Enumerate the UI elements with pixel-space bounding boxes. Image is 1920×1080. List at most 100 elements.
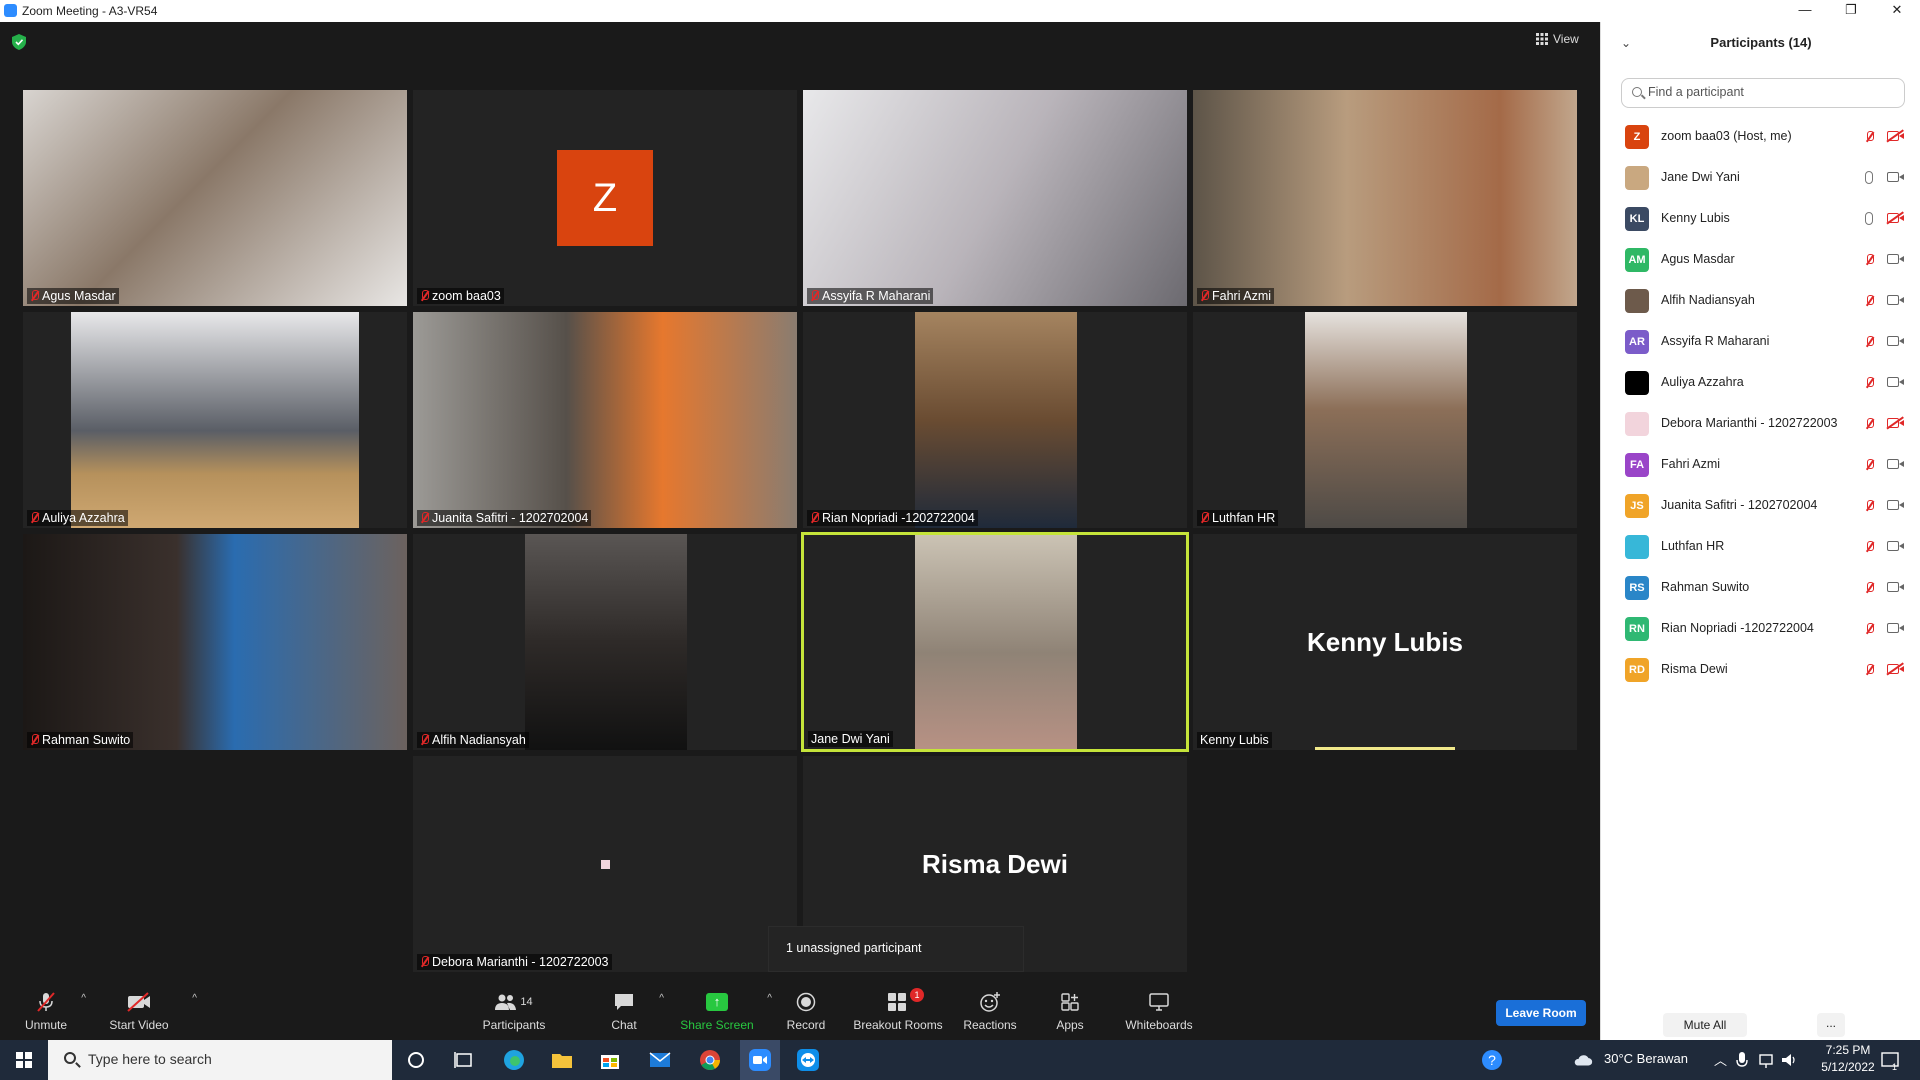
start-button[interactable] bbox=[0, 1040, 48, 1080]
video-on-icon[interactable] bbox=[1887, 541, 1904, 551]
participant-row[interactable]: KL Kenny Lubis bbox=[1601, 198, 1920, 239]
participant-row[interactable]: RD Risma Dewi bbox=[1601, 649, 1920, 690]
weather-text[interactable]: 30°C Berawan bbox=[1604, 1051, 1688, 1066]
video-on-icon[interactable] bbox=[1887, 336, 1904, 346]
start-video-button[interactable]: Start Video ^ bbox=[107, 991, 197, 1032]
participant-row[interactable]: Jane Dwi Yani bbox=[1601, 157, 1920, 198]
more-options-button[interactable]: ... bbox=[1817, 1013, 1845, 1037]
video-tile[interactable]: Fahri Azmi bbox=[1193, 90, 1577, 306]
zoom-icon[interactable] bbox=[748, 1048, 772, 1072]
close-button[interactable]: ✕ bbox=[1874, 0, 1920, 22]
participant-row[interactable]: RN Rian Nopriadi -1202722004 bbox=[1601, 608, 1920, 649]
video-tile[interactable]: Debora Marianthi - 1202722003 bbox=[413, 756, 797, 972]
video-on-icon[interactable] bbox=[1887, 377, 1904, 387]
mic-muted-icon[interactable] bbox=[1865, 664, 1874, 676]
video-tile[interactable]: Agus Masdar bbox=[23, 90, 407, 306]
video-on-icon[interactable] bbox=[1887, 459, 1904, 469]
breakout-rooms-button[interactable]: 1 Breakout Rooms bbox=[852, 988, 944, 1032]
edge-browser-icon[interactable] bbox=[502, 1048, 526, 1072]
restore-button[interactable]: ❐ bbox=[1828, 0, 1874, 22]
volume-icon[interactable] bbox=[1780, 1048, 1798, 1072]
video-tile[interactable]: Rian Nopriadi -1202722004 bbox=[803, 312, 1187, 528]
network-icon[interactable] bbox=[1758, 1048, 1776, 1072]
video-on-icon[interactable] bbox=[1887, 500, 1904, 510]
participant-row[interactable]: JS Juanita Safitri - 1202702004 bbox=[1601, 485, 1920, 526]
mic-on-icon[interactable] bbox=[1865, 212, 1873, 225]
mute-all-button[interactable]: Mute All bbox=[1663, 1013, 1747, 1037]
video-on-icon[interactable] bbox=[1887, 623, 1904, 633]
view-button[interactable]: View bbox=[1536, 32, 1579, 46]
taskbar-search-box[interactable]: Type here to search bbox=[48, 1040, 392, 1080]
leave-room-button[interactable]: Leave Room bbox=[1496, 1000, 1586, 1026]
participant-row[interactable]: Debora Marianthi - 1202722003 bbox=[1601, 403, 1920, 444]
video-on-icon[interactable] bbox=[1887, 172, 1904, 182]
store-icon[interactable] bbox=[598, 1048, 622, 1072]
tile-name-tag: Agus Masdar bbox=[27, 288, 119, 304]
video-options-caret[interactable]: ^ bbox=[192, 993, 197, 1004]
mic-muted-icon[interactable] bbox=[1865, 459, 1874, 471]
mic-muted-icon[interactable] bbox=[1865, 377, 1874, 389]
audio-options-caret[interactable]: ^ bbox=[81, 993, 86, 1004]
file-explorer-icon[interactable] bbox=[550, 1048, 574, 1072]
participant-row[interactable]: AM Agus Masdar bbox=[1601, 239, 1920, 280]
participant-row[interactable]: AR Assyifa R Maharani bbox=[1601, 321, 1920, 362]
video-off-icon bbox=[127, 992, 150, 1012]
clock[interactable]: 7:25 PM 5/12/2022 bbox=[1808, 1043, 1888, 1074]
participant-row[interactable]: Zzoom baa03 (Host, me) bbox=[1601, 116, 1920, 157]
help-icon[interactable]: ? bbox=[1480, 1048, 1504, 1072]
video-tile[interactable]: Rahman Suwito bbox=[23, 534, 407, 750]
video-off-icon[interactable] bbox=[1887, 664, 1904, 674]
video-tile[interactable]: Kenny Lubis Kenny Lubis bbox=[1193, 534, 1577, 750]
mic-muted-icon[interactable] bbox=[1865, 254, 1874, 266]
participant-row[interactable]: RS Rahman Suwito bbox=[1601, 567, 1920, 608]
video-tile[interactable]: Z zoom baa03 bbox=[413, 90, 797, 306]
tile-name: Luthfan HR bbox=[1212, 511, 1276, 525]
video-on-icon[interactable] bbox=[1887, 582, 1904, 592]
mail-icon[interactable] bbox=[648, 1048, 672, 1072]
mic-muted-icon[interactable] bbox=[1865, 582, 1874, 594]
video-tile[interactable]: Juanita Safitri - 1202702004 bbox=[413, 312, 797, 528]
chat-button[interactable]: Chat ^ bbox=[604, 991, 664, 1032]
mic-muted-icon[interactable] bbox=[1865, 500, 1874, 512]
mic-muted-icon[interactable] bbox=[1865, 131, 1874, 143]
video-on-icon[interactable] bbox=[1887, 295, 1904, 305]
apps-button[interactable]: Apps bbox=[1054, 991, 1086, 1032]
task-view-icon[interactable] bbox=[452, 1048, 476, 1072]
reactions-button[interactable]: Reactions bbox=[962, 991, 1018, 1032]
microphone-tray-icon[interactable] bbox=[1734, 1048, 1750, 1072]
cortana-icon[interactable] bbox=[404, 1048, 428, 1072]
video-tile[interactable]: Auliya Azzahra bbox=[23, 312, 407, 528]
video-tile[interactable]: Luthfan HR bbox=[1193, 312, 1577, 528]
participant-row[interactable]: FA Fahri Azmi bbox=[1601, 444, 1920, 485]
video-off-icon[interactable] bbox=[1887, 418, 1904, 428]
whiteboards-button[interactable]: Whiteboards bbox=[1124, 991, 1194, 1032]
mic-muted-icon[interactable] bbox=[1865, 418, 1874, 430]
participant-row[interactable]: Luthfan HR bbox=[1601, 526, 1920, 567]
share-options-caret[interactable]: ^ bbox=[767, 993, 772, 1004]
video-on-icon[interactable] bbox=[1887, 254, 1904, 264]
unmute-button[interactable]: Unmute ^ bbox=[22, 991, 86, 1032]
encryption-shield-icon[interactable] bbox=[12, 34, 26, 50]
mic-on-icon[interactable] bbox=[1865, 171, 1873, 184]
participant-row[interactable]: Auliya Azzahra bbox=[1601, 362, 1920, 403]
record-button[interactable]: Record bbox=[785, 991, 827, 1032]
active-speaker-tile[interactable]: Jane Dwi Yani bbox=[801, 532, 1189, 752]
video-tile[interactable]: Alfih Nadiansyah bbox=[413, 534, 797, 750]
chrome-icon[interactable] bbox=[698, 1048, 722, 1072]
chat-options-caret[interactable]: ^ bbox=[659, 993, 664, 1004]
teamviewer-icon[interactable] bbox=[796, 1048, 820, 1072]
unassigned-participant-notice[interactable]: 1 unassigned participant bbox=[768, 926, 1024, 972]
video-tile[interactable]: Assyifa R Maharani bbox=[803, 90, 1187, 306]
participant-search-input[interactable]: Find a participant bbox=[1621, 78, 1905, 108]
video-off-icon[interactable] bbox=[1887, 213, 1904, 223]
mic-muted-icon[interactable] bbox=[1865, 336, 1874, 348]
share-screen-button[interactable]: ↑ Share Screen ^ bbox=[680, 991, 772, 1032]
mic-muted-icon[interactable] bbox=[1865, 623, 1874, 635]
participants-button[interactable]: 14 Participants bbox=[476, 991, 552, 1032]
video-off-icon[interactable] bbox=[1887, 131, 1904, 141]
participant-row[interactable]: Alfih Nadiansyah bbox=[1601, 280, 1920, 321]
show-hidden-icons-chevron-icon[interactable]: ︿ bbox=[1714, 1050, 1727, 1069]
mic-muted-icon[interactable] bbox=[1865, 541, 1874, 553]
mic-muted-icon[interactable] bbox=[1865, 295, 1874, 307]
minimize-button[interactable]: — bbox=[1782, 0, 1828, 22]
